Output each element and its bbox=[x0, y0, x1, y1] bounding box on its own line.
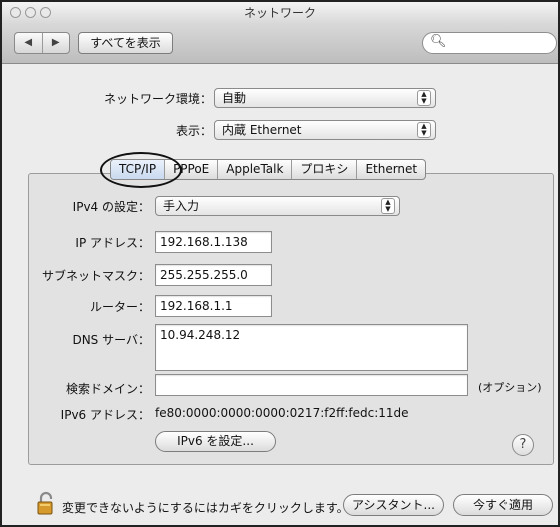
ipv4-config-popup[interactable]: 手入力 ▲ ▼ bbox=[155, 196, 400, 216]
show-popup[interactable]: 内蔵 Ethernet ▲ ▼ bbox=[214, 120, 436, 140]
search-field[interactable]: 🔍︎ bbox=[422, 32, 557, 54]
minimize-window-button[interactable] bbox=[25, 7, 36, 18]
tab-ethernet[interactable]: Ethernet bbox=[357, 160, 425, 179]
dns-server-field[interactable]: 10.94.248.12 bbox=[155, 324, 468, 371]
ipv6-address-label: IPv6 アドレス： bbox=[60, 408, 150, 422]
show-label: 表示： bbox=[175, 124, 212, 138]
search-input[interactable] bbox=[445, 35, 549, 51]
configure-ipv6-button[interactable]: IPv6 を設定... bbox=[155, 431, 276, 452]
close-window-button[interactable] bbox=[10, 7, 21, 18]
title-bar: ネットワーク bbox=[2, 2, 558, 24]
forward-button[interactable]: ▶ bbox=[41, 33, 70, 53]
router-field[interactable]: 192.168.1.1 bbox=[155, 295, 272, 317]
environment-label: ネットワーク環境： bbox=[103, 92, 212, 106]
lock-icon[interactable] bbox=[37, 491, 55, 515]
ipv4-config-value: 手入力 bbox=[163, 199, 200, 213]
ipv4-config-label: IPv4 の設定： bbox=[72, 200, 150, 214]
subnet-mask-field[interactable]: 255.255.255.0 bbox=[155, 264, 272, 286]
popup-arrows-icon: ▲ ▼ bbox=[381, 198, 395, 214]
zoom-window-button[interactable] bbox=[40, 7, 51, 18]
environment-popup[interactable]: 自動 ▲ ▼ bbox=[214, 88, 436, 108]
ip-address-field[interactable]: 192.168.1.138 bbox=[155, 231, 272, 253]
environment-value: 自動 bbox=[222, 91, 247, 105]
help-button[interactable]: ? bbox=[512, 434, 534, 456]
router-label: ルーター： bbox=[89, 300, 150, 314]
optional-label: (オプション) bbox=[478, 381, 542, 394]
tab-appletalk[interactable]: AppleTalk bbox=[218, 160, 293, 179]
show-value: 内蔵 Ethernet bbox=[222, 123, 302, 137]
show-all-button[interactable]: すべてを表示 bbox=[78, 32, 173, 54]
search-domain-label: 検索ドメイン： bbox=[65, 382, 150, 396]
tab-proxy[interactable]: プロキシ bbox=[292, 160, 358, 179]
network-preferences-window: ネットワーク ◀ ▶ すべてを表示 🔍︎ ネットワーク環境： 自動 ▲ ▼ 表示：… bbox=[0, 0, 560, 527]
lock-instruction-text: 変更できないようにするにはカギをクリックします。 bbox=[62, 501, 349, 515]
popup-arrows-icon: ▲ ▼ bbox=[417, 90, 431, 106]
back-forward-control: ◀ ▶ bbox=[14, 32, 70, 54]
window-title: ネットワーク bbox=[243, 6, 316, 20]
search-domain-field[interactable] bbox=[155, 374, 468, 396]
dns-server-label: DNS サーバ： bbox=[72, 333, 150, 347]
assistant-button[interactable]: アシスタント... bbox=[343, 494, 444, 516]
annotation-circle bbox=[100, 152, 182, 188]
popup-arrows-icon: ▲ ▼ bbox=[417, 122, 431, 138]
apply-now-button[interactable]: 今すぐ適用 bbox=[453, 494, 553, 516]
ip-address-label: IP アドレス： bbox=[75, 236, 150, 250]
subnet-mask-label: サブネットマスク： bbox=[41, 269, 150, 283]
back-button[interactable]: ◀ bbox=[15, 33, 42, 53]
ipv6-address-value: fe80:0000:0000:0000:0217:f2ff:fedc:11de bbox=[155, 406, 409, 420]
